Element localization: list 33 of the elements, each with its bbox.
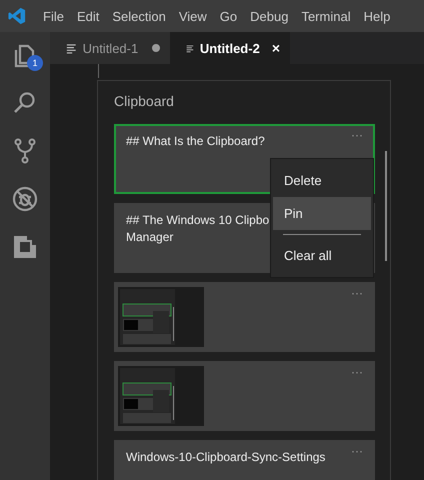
menu-option[interactable]: Clear all xyxy=(273,239,371,272)
lines-icon xyxy=(66,42,77,54)
more-options-button[interactable]: ··· xyxy=(351,286,363,300)
menu-item[interactable]: View xyxy=(178,8,207,24)
menu-item[interactable]: Go xyxy=(220,8,238,24)
menu-item[interactable]: Help xyxy=(364,8,390,24)
item-text: ## The Windows 10 Clipbo xyxy=(126,213,270,227)
menu-item[interactable]: Debug xyxy=(250,8,288,24)
menu-item[interactable]: File xyxy=(43,8,64,24)
no-bug-icon[interactable] xyxy=(12,186,38,212)
more-options-button[interactable]: ··· xyxy=(351,128,363,142)
extensions-icon[interactable] xyxy=(12,234,38,260)
branch-icon[interactable] xyxy=(12,138,38,164)
notification-badge: 1 xyxy=(27,55,43,71)
menu-option[interactable]: Delete xyxy=(273,164,371,197)
item-text: ## What Is the Clipboard? xyxy=(126,134,265,148)
menu-item[interactable]: Edit xyxy=(76,8,100,24)
editor-tab[interactable]: Untitled-1 xyxy=(50,32,170,64)
logo-icon xyxy=(8,7,26,25)
clipboard-item[interactable]: Windows-10-Clipboard-Sync-Settings ··· xyxy=(114,440,375,480)
menu-item[interactable]: Terminal xyxy=(301,8,351,24)
menu-option[interactable]: Pin xyxy=(273,197,371,230)
editor-tab[interactable]: Untitled-2 × xyxy=(170,32,290,64)
item-text: Windows-10-Clipboard-Sync-Settings xyxy=(126,450,326,464)
more-options-button[interactable]: ··· xyxy=(351,444,363,458)
close-button[interactable]: × xyxy=(272,40,280,56)
clipboard-item[interactable]: ··· xyxy=(114,282,375,352)
more-options-button[interactable]: ··· xyxy=(351,365,363,379)
clipboard-item[interactable]: ··· xyxy=(114,361,375,431)
lines-icon xyxy=(186,42,194,54)
item-text: Manager xyxy=(126,230,174,244)
menu-item[interactable]: Selection xyxy=(112,8,166,24)
panel-title: Clipboard xyxy=(114,93,175,109)
